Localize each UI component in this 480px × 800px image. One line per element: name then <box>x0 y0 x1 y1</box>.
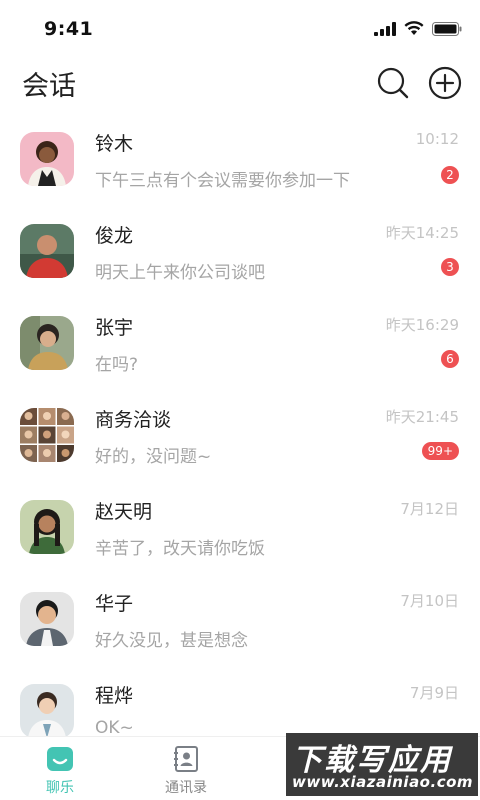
avatar <box>20 132 74 186</box>
conversation-item[interactable]: 俊龙 明天上午来你公司谈吧 昨天14:25 3 <box>0 210 480 302</box>
tab-contacts[interactable]: 通讯录 <box>126 737 246 800</box>
conversation-name: 俊龙 <box>95 225 134 247</box>
conversation-time: 昨天14:25 <box>385 224 459 242</box>
conversation-last-message: 好久没见，甚是想念 <box>95 631 248 651</box>
conversation-item[interactable]: 铃木 下午三点有个会议需要你参加一下 10:12 2 <box>0 118 480 210</box>
conversation-last-message: 明天上午来你公司谈吧 <box>95 263 265 283</box>
chat-bubble-icon <box>47 747 73 771</box>
battery-icon <box>432 21 462 36</box>
conversation-last-message: 下午三点有个会议需要你参加一下 <box>95 171 350 191</box>
plus-circle-icon <box>428 66 462 100</box>
conversation-item[interactable]: 华子 好久没见，甚是想念 7月10日 <box>0 578 480 670</box>
conversation-item[interactable]: 程烨 OK~ 7月9日 <box>0 670 480 736</box>
status-time: 9:41 <box>44 18 94 40</box>
conversation-item[interactable]: 赵天明 辛苦了，改天请你吃饭 7月12日 <box>0 486 480 578</box>
avatar <box>20 316 74 370</box>
conversation-last-message: 在吗? <box>95 355 139 375</box>
status-icons <box>374 21 462 36</box>
conversation-last-message: 好的，没问题~ <box>95 447 212 467</box>
conversation-time: 7月12日 <box>400 500 459 518</box>
conversation-item[interactable]: 商务洽谈 好的，没问题~ 昨天21:45 99+ <box>0 394 480 486</box>
tab-chat[interactable]: 聊乐 <box>0 737 120 800</box>
add-button[interactable] <box>428 66 462 100</box>
conversation-time: 昨天21:45 <box>385 408 459 426</box>
conversation-time: 昨天16:29 <box>385 316 459 334</box>
conversation-last-message: OK~ <box>95 718 134 736</box>
conversation-name: 赵天明 <box>95 501 153 523</box>
search-button[interactable] <box>376 66 410 100</box>
unread-badge: 6 <box>441 350 459 368</box>
avatar <box>20 224 74 278</box>
unread-badge: 99+ <box>421 442 459 460</box>
conversation-time: 7月9日 <box>409 684 459 702</box>
conversation-name: 铃木 <box>95 133 134 155</box>
avatar <box>20 592 74 646</box>
group-avatar <box>20 408 74 462</box>
tab-label: 通讯录 <box>165 780 207 796</box>
conversation-name: 商务洽谈 <box>95 409 172 431</box>
conversation-item[interactable]: 张宇 在吗? 昨天16:29 6 <box>0 302 480 394</box>
search-icon <box>377 67 409 99</box>
unread-badge: 2 <box>441 166 459 184</box>
tab-label: 聊乐 <box>46 780 74 796</box>
conversation-time: 10:12 <box>415 130 459 148</box>
cellular-signal-icon <box>374 21 396 36</box>
conversation-name: 张宇 <box>95 317 134 339</box>
avatar <box>20 684 74 736</box>
conversation-last-message: 辛苦了，改天请你吃饭 <box>95 539 265 559</box>
contacts-book-icon <box>174 746 198 772</box>
header: 会话 <box>0 56 480 112</box>
conversation-list: 铃木 下午三点有个会议需要你参加一下 10:12 2 俊龙 明天上午来你公司谈吧… <box>0 118 480 736</box>
page-title: 会话 <box>22 71 76 102</box>
conversation-name: 程烨 <box>95 685 134 707</box>
watermark-url: www.xiazainiao.com <box>292 773 474 791</box>
wifi-icon <box>404 21 424 35</box>
conversation-name: 华子 <box>95 593 134 615</box>
status-bar: 9:41 <box>0 0 480 56</box>
avatar <box>20 500 74 554</box>
watermark-logo: 下载写应用 www.xiazainiao.com <box>286 733 478 796</box>
conversation-time: 7月10日 <box>400 592 459 610</box>
unread-badge: 3 <box>441 258 459 276</box>
